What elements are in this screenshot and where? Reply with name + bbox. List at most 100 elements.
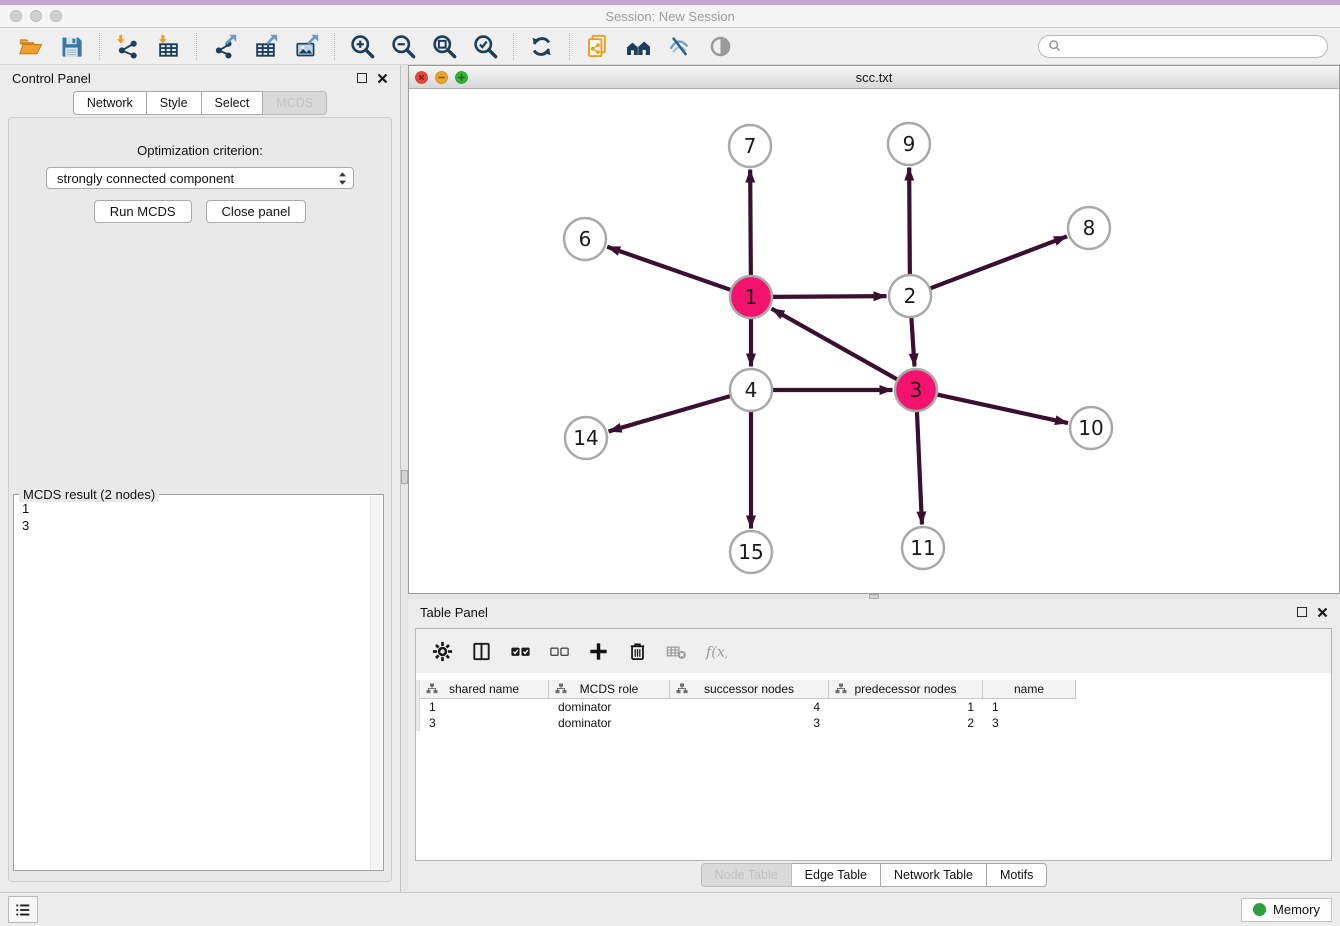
cell-predecessor-nodes[interactable]: 1 [829,699,983,715]
tab-network-table[interactable]: Network Table [881,863,987,887]
cell-shared-name[interactable]: 1 [420,699,549,715]
cell-name[interactable]: 3 [983,715,1076,731]
edge-4-14[interactable] [609,396,731,432]
search-box[interactable] [1038,35,1328,58]
node-9[interactable]: 9 [888,123,930,165]
edge-1-2[interactable] [772,296,887,297]
run-mcds-button[interactable]: Run MCDS [94,200,192,223]
column-header-mcds-role[interactable]: MCDS role [549,680,670,699]
delete-table-button[interactable] [665,640,688,663]
table-row[interactable]: 1dominator411 [416,699,1331,715]
import-table-button[interactable] [148,31,189,61]
float-panel-icon[interactable] [357,73,367,83]
network-window-titlebar[interactable]: scc.txt [409,66,1339,89]
toggle-pane-button[interactable] [470,640,493,663]
select-all-button[interactable] [509,640,532,663]
column-header-name[interactable]: name [983,680,1076,699]
table-row[interactable]: 3dominator323 [416,715,1331,731]
apply-layout-button[interactable] [521,31,562,61]
save-session-button[interactable] [51,31,92,61]
cell-shared-name[interactable]: 3 [420,715,549,731]
node-6[interactable]: 6 [564,218,606,260]
table-panel-title: Table Panel [420,605,488,620]
tab-select[interactable]: Select [202,91,264,115]
node-7[interactable]: 7 [729,125,771,167]
fx-button[interactable]: f(x) [704,640,727,663]
tab-edge-table[interactable]: Edge Table [792,863,881,887]
edge-1-6[interactable] [607,247,731,290]
column-header-shared-name[interactable]: shared name [420,680,549,699]
export-image-button[interactable] [286,31,327,61]
network-zoom-button[interactable] [455,71,468,84]
zoom-fit-button[interactable] [424,31,465,61]
vertical-splitter[interactable] [400,65,408,892]
zoom-out-button[interactable] [383,31,424,61]
column-settings-button[interactable] [431,640,454,663]
application-window: Session: New Session Control Panel [0,0,1340,926]
zoom-selected-button[interactable] [465,31,506,61]
tab-network[interactable]: Network [73,91,147,115]
close-panel-button[interactable]: Close panel [206,200,307,223]
zoom-fit-icon [431,33,458,60]
network-minimize-button[interactable] [435,71,448,84]
task-history-button[interactable] [8,896,38,923]
cell-successor-nodes[interactable]: 4 [670,699,829,715]
node-4[interactable]: 4 [730,369,772,411]
column-header-successor-nodes[interactable]: successor nodes [670,680,829,699]
tab-node-table[interactable]: Node Table [701,863,792,887]
search-input[interactable] [1067,39,1318,53]
edge-3-11[interactable] [917,411,922,525]
edge-3-1[interactable] [771,309,897,380]
vertical-splitter-handle[interactable] [401,470,408,484]
first-neighbors-button[interactable] [618,31,659,61]
node-2[interactable]: 2 [889,275,931,317]
network-from-selection-button[interactable] [577,31,618,61]
edge-1-7[interactable] [750,169,751,276]
create-column-button[interactable] [587,640,610,663]
close-panel-icon[interactable] [377,73,388,84]
svg-text:3: 3 [910,378,923,402]
edge-2-3[interactable] [911,317,914,367]
tab-style[interactable]: Style [147,91,202,115]
toolbar-separator [334,33,335,60]
network-canvas[interactable]: 7 9 6 8 1 2 4 3 14 10 15 11 [409,89,1339,593]
close-table-panel-icon[interactable] [1317,607,1328,618]
toolbar-separator [569,33,570,60]
hide-selected-button[interactable] [659,31,700,61]
node-11[interactable]: 11 [902,527,944,569]
float-table-panel-icon[interactable] [1297,607,1307,617]
node-3[interactable]: 3 [895,369,937,411]
edge-3-10[interactable] [937,394,1069,423]
tab-mcds[interactable]: MCDS [263,91,327,115]
main-area: Control Panel NetworkStyleSelectMCDS Opt… [0,65,1340,892]
node-14[interactable]: 14 [565,417,607,459]
tab-motifs[interactable]: Motifs [987,863,1047,887]
open-session-button[interactable] [10,31,51,61]
cell-predecessor-nodes[interactable]: 2 [829,715,983,731]
node-10[interactable]: 10 [1070,407,1112,449]
edge-2-8[interactable] [930,236,1067,288]
result-scrollbar[interactable] [370,496,382,869]
network-window-title: scc.txt [409,70,1339,85]
zoom-in-button[interactable] [342,31,383,61]
node-15[interactable]: 15 [730,531,772,573]
export-table-button[interactable] [245,31,286,61]
deselect-all-button[interactable] [548,640,571,663]
cell-mcds-role[interactable]: dominator [549,715,670,731]
edge-2-9[interactable] [909,167,910,275]
import-network-button[interactable] [107,31,148,61]
table-panel: Table Panel f(x) shared nameMCDS rolesuc… [408,599,1340,892]
network-close-button[interactable] [415,71,428,84]
cell-mcds-role[interactable]: dominator [549,699,670,715]
node-8[interactable]: 8 [1068,207,1110,249]
delete-column-button[interactable] [626,640,649,663]
show-all-button[interactable] [700,31,741,61]
cell-successor-nodes[interactable]: 3 [670,715,829,731]
node-1[interactable]: 1 [730,276,772,318]
export-network-button[interactable] [204,31,245,61]
cell-name[interactable]: 1 [983,699,1076,715]
delete-column-icon [626,640,649,663]
criterion-select[interactable]: strongly connected component [46,167,354,189]
column-header-predecessor-nodes[interactable]: predecessor nodes [829,680,983,699]
memory-button[interactable]: Memory [1241,898,1332,922]
